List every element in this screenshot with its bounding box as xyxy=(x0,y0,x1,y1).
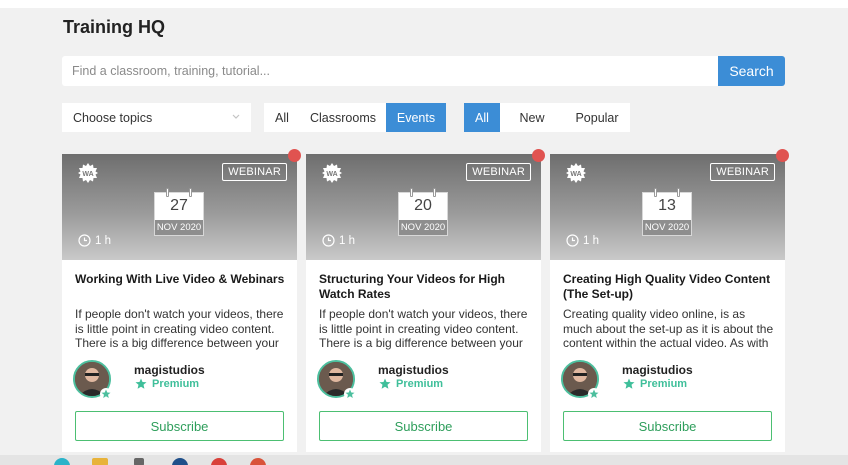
event-card[interactable]: WA WEBINAR 27 NOV 2020 1 h Working With … xyxy=(62,149,301,452)
type-filter-tabs: All Classrooms Events xyxy=(264,103,446,132)
event-month: NOV 2020 xyxy=(155,220,203,235)
duration-text: 1 h xyxy=(95,234,111,247)
subscribe-button[interactable]: Subscribe xyxy=(563,411,772,441)
brand-logo-icon: WA xyxy=(78,163,98,183)
card-description: Creating quality video online, is as muc… xyxy=(563,307,774,353)
star-badge-icon xyxy=(588,388,600,400)
event-day: 20 xyxy=(414,197,432,214)
duration: 1 h xyxy=(566,234,599,247)
card-title[interactable]: Structuring Your Videos for High Watch R… xyxy=(319,272,531,302)
event-month: NOV 2020 xyxy=(399,220,447,235)
app-icon[interactable] xyxy=(172,458,188,465)
author-row: magistudios Premium xyxy=(73,360,288,400)
calendar-icon: 13 NOV 2020 xyxy=(642,188,692,236)
svg-text:WA: WA xyxy=(570,171,581,178)
author-row: magistudios Premium xyxy=(561,360,776,400)
chevron-down-icon xyxy=(232,114,240,119)
star-icon xyxy=(135,378,147,389)
card-hero: WA WEBINAR 13 NOV 2020 1 h xyxy=(550,154,785,260)
star-badge-icon xyxy=(100,388,112,400)
star-icon xyxy=(623,378,635,389)
chrome-icon[interactable] xyxy=(211,458,227,465)
svg-text:WA: WA xyxy=(326,171,337,178)
tab-type-classrooms[interactable]: Classrooms xyxy=(300,103,386,132)
calendar-icon: 20 NOV 2020 xyxy=(398,188,448,236)
search-input[interactable] xyxy=(62,56,718,86)
author-name[interactable]: magistudios xyxy=(378,363,449,377)
clock-icon xyxy=(566,234,579,247)
folder-icon[interactable] xyxy=(92,458,108,465)
event-card[interactable]: WA WEBINAR 13 NOV 2020 1 h Creating High… xyxy=(550,149,789,452)
topics-dropdown-label: Choose topics xyxy=(73,110,153,125)
star-badge-icon xyxy=(344,388,356,400)
brand-logo-icon: WA xyxy=(566,163,586,183)
live-indicator xyxy=(776,149,789,162)
live-indicator xyxy=(288,149,301,162)
top-strip xyxy=(0,0,848,8)
premium-label: Premium xyxy=(640,378,688,390)
premium-label: Premium xyxy=(396,378,444,390)
browser-icon[interactable] xyxy=(54,458,70,465)
office-icon[interactable] xyxy=(250,458,266,465)
card-description: If people don't watch your videos, there… xyxy=(319,307,528,353)
topics-dropdown[interactable]: Choose topics xyxy=(62,103,251,132)
premium-badge: Premium xyxy=(135,378,199,390)
card-hero: WA WEBINAR 20 NOV 2020 1 h xyxy=(306,154,541,260)
webinar-badge: WEBINAR xyxy=(222,163,287,181)
author-row: magistudios Premium xyxy=(317,360,532,400)
tab-sort-popular[interactable]: Popular xyxy=(564,103,630,132)
duration: 1 h xyxy=(78,234,111,247)
card-description: If people don't watch your videos, there… xyxy=(75,307,284,353)
subscribe-button[interactable]: Subscribe xyxy=(319,411,528,441)
subscribe-button[interactable]: Subscribe xyxy=(75,411,284,441)
card-title[interactable]: Creating High Quality Video Content (The… xyxy=(563,272,775,302)
card-hero: WA WEBINAR 27 NOV 2020 1 h xyxy=(62,154,297,260)
webinar-badge: WEBINAR xyxy=(466,163,531,181)
card-title[interactable]: Working With Live Video & Webinars xyxy=(75,272,287,287)
taskbar xyxy=(0,455,848,465)
tab-type-all[interactable]: All xyxy=(264,103,300,132)
brand-logo-icon: WA xyxy=(322,163,342,183)
premium-label: Premium xyxy=(152,378,200,390)
svg-text:WA: WA xyxy=(82,171,93,178)
tab-sort-all[interactable]: All xyxy=(464,103,500,132)
duration-text: 1 h xyxy=(339,234,355,247)
page-title: Training HQ xyxy=(63,17,166,37)
event-card[interactable]: WA WEBINAR 20 NOV 2020 1 h Structuring Y… xyxy=(306,149,545,452)
live-indicator xyxy=(532,149,545,162)
search-bar: Search xyxy=(62,56,785,86)
event-day: 27 xyxy=(170,197,188,214)
search-button[interactable]: Search xyxy=(718,56,785,86)
clock-icon xyxy=(322,234,335,247)
tab-sort-new[interactable]: New xyxy=(500,103,564,132)
duration-text: 1 h xyxy=(583,234,599,247)
event-day: 13 xyxy=(658,197,676,214)
author-name[interactable]: magistudios xyxy=(134,363,205,377)
calendar-icon: 27 NOV 2020 xyxy=(154,188,204,236)
phone-icon[interactable] xyxy=(134,458,144,465)
star-icon xyxy=(379,378,391,389)
author-name[interactable]: magistudios xyxy=(622,363,693,377)
duration: 1 h xyxy=(322,234,355,247)
tab-type-events[interactable]: Events xyxy=(386,103,446,132)
sort-filter-tabs: All New Popular xyxy=(464,103,630,132)
premium-badge: Premium xyxy=(379,378,443,390)
premium-badge: Premium xyxy=(623,378,687,390)
clock-icon xyxy=(78,234,91,247)
event-month: NOV 2020 xyxy=(643,220,691,235)
webinar-badge: WEBINAR xyxy=(710,163,775,181)
